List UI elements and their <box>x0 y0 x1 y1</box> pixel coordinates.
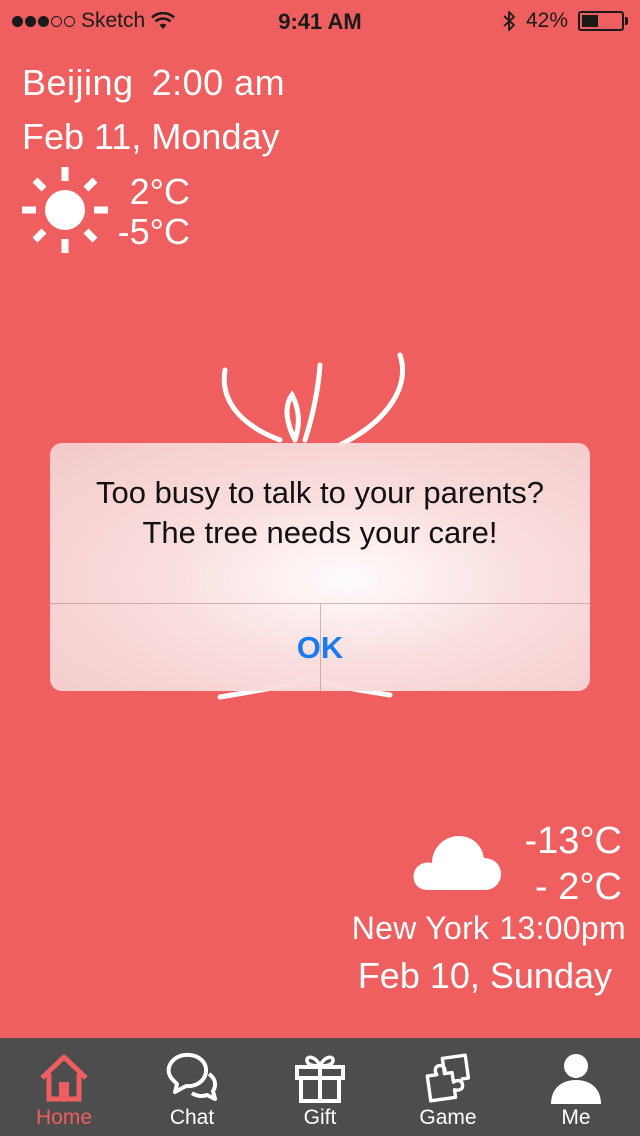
remote-date: Feb 10, Sunday <box>357 955 612 996</box>
remote-temperatures: -13°C - 2°C <box>524 818 622 910</box>
tab-game[interactable]: Game <box>384 1038 512 1136</box>
ok-button[interactable]: OK <box>50 604 590 691</box>
status-bar: Sketch 9:41 AM 42% <box>0 0 640 40</box>
remote-high-temp: -13°C <box>524 820 622 862</box>
bluetooth-icon <box>502 10 516 32</box>
tab-home-label: Home <box>35 1106 93 1129</box>
tab-home[interactable]: Home <box>0 1038 128 1136</box>
local-weather: Beijing 2:00 am Feb 11, Monday <box>22 62 285 158</box>
local-city: Beijing <box>22 62 134 103</box>
status-right: 42% <box>502 9 628 33</box>
local-high-temp: 2°C <box>129 171 190 212</box>
user-icon <box>549 1052 603 1104</box>
local-city-time: Beijing 2:00 am <box>22 62 285 104</box>
remote-city-time: New York 13:00pm <box>352 910 626 947</box>
local-low-temp: -5°C <box>117 211 190 252</box>
home-icon <box>38 1052 90 1104</box>
alert-dialog: Too busy to talk to your parents? The tr… <box>50 443 590 691</box>
tab-me-label: Me <box>561 1106 591 1129</box>
battery-level <box>582 15 598 27</box>
tab-gift[interactable]: Gift <box>256 1038 384 1136</box>
remote-time: 13:00pm <box>499 910 626 946</box>
tab-chat[interactable]: Chat <box>128 1038 256 1136</box>
tab-me[interactable]: Me <box>512 1038 640 1136</box>
battery-percentage: 42% <box>525 9 568 32</box>
puzzle-icon <box>421 1052 475 1104</box>
alert-message: Too busy to talk to your parents? The tr… <box>95 475 545 550</box>
local-time: 2:00 am <box>151 62 286 103</box>
tab-game-label: Game <box>419 1106 477 1129</box>
remote-low-temp: - 2°C <box>535 866 622 908</box>
remote-city: New York <box>351 910 490 946</box>
local-temperatures: 2°C -5°C <box>110 172 190 252</box>
sun-icon <box>20 165 110 260</box>
battery-icon <box>578 11 628 31</box>
local-date: Feb 11, Monday <box>22 116 280 157</box>
tab-bar: Home Chat Gift Game Me <box>0 1038 640 1136</box>
cloud-icon <box>412 830 502 897</box>
tab-chat-label: Chat <box>169 1106 215 1129</box>
chat-icon <box>165 1052 219 1104</box>
tab-gift-label: Gift <box>303 1106 337 1129</box>
gift-icon <box>294 1052 346 1104</box>
